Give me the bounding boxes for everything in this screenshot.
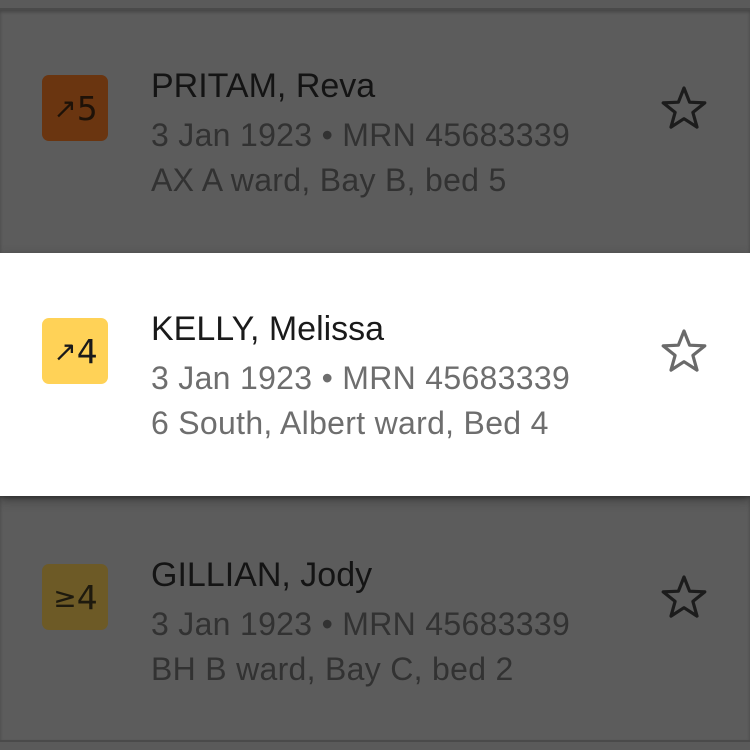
star-outline-icon[interactable] <box>660 327 708 375</box>
score-value: 4 <box>76 577 98 617</box>
patient-info: PRITAM, Reva 3 Jan 1923 • MRN 45683339 A… <box>151 66 570 203</box>
trend-up-icon: ↗ <box>53 334 76 368</box>
patient-dob-mrn: 3 Jan 1923 • MRN 45683339 <box>151 112 570 158</box>
mrn-value: 45683339 <box>425 117 571 153</box>
bottom-divider <box>0 740 750 742</box>
patient-info: GILLIAN, Jody 3 Jan 1923 • MRN 45683339 … <box>151 555 570 692</box>
patient-card-gillian[interactable]: ≥4 GILLIAN, Jody 3 Jan 1923 • MRN 456833… <box>0 496 750 740</box>
patient-location: BH B ward, Bay C, bed 2 <box>151 651 514 687</box>
patient-dob-mrn: 3 Jan 1923 • MRN 45683339 <box>151 355 570 401</box>
patient-info: KELLY, Melissa 3 Jan 1923 • MRN 45683339… <box>151 309 570 446</box>
news-score-badge: ≥4 <box>42 564 108 630</box>
patient-dob: 3 Jan 1923 <box>151 117 313 153</box>
patient-dob-mrn: 3 Jan 1923 • MRN 45683339 <box>151 601 570 647</box>
mrn-label: MRN <box>342 360 417 396</box>
score-value: 5 <box>76 88 98 128</box>
patient-location: AX A ward, Bay B, bed 5 <box>151 162 507 198</box>
star-outline-icon[interactable] <box>660 84 708 132</box>
news-score-badge: ↗ 4 <box>42 318 108 384</box>
separator-dot: • <box>321 606 334 642</box>
patient-list-screen: ↗ 5 PRITAM, Reva 3 Jan 1923 • MRN 4568333… <box>0 0 750 750</box>
mrn-value: 45683339 <box>425 360 571 396</box>
trend-up-icon: ↗ <box>53 91 76 125</box>
patient-card-kelly[interactable]: ↗ 4 KELLY, Melissa 3 Jan 1923 • MRN 45683… <box>0 253 750 496</box>
patient-dob: 3 Jan 1923 <box>151 360 313 396</box>
patient-card-pritam[interactable]: ↗ 5 PRITAM, Reva 3 Jan 1923 • MRN 4568333… <box>0 10 750 253</box>
separator-dot: • <box>321 117 334 153</box>
mrn-value: 45683339 <box>425 606 571 642</box>
trend-steady-icon: ≥ <box>53 580 76 614</box>
mrn-label: MRN <box>342 606 417 642</box>
separator-dot: • <box>321 360 334 396</box>
score-value: 4 <box>76 331 98 371</box>
patient-name: GILLIAN, Jody <box>151 556 373 594</box>
patient-name: KELLY, Melissa <box>151 310 385 348</box>
patient-name: PRITAM, Reva <box>151 67 376 105</box>
patient-location: 6 South, Albert ward, Bed 4 <box>151 405 549 441</box>
mrn-label: MRN <box>342 117 417 153</box>
news-score-badge: ↗ 5 <box>42 75 108 141</box>
star-outline-icon[interactable] <box>660 573 708 621</box>
patient-dob: 3 Jan 1923 <box>151 606 313 642</box>
